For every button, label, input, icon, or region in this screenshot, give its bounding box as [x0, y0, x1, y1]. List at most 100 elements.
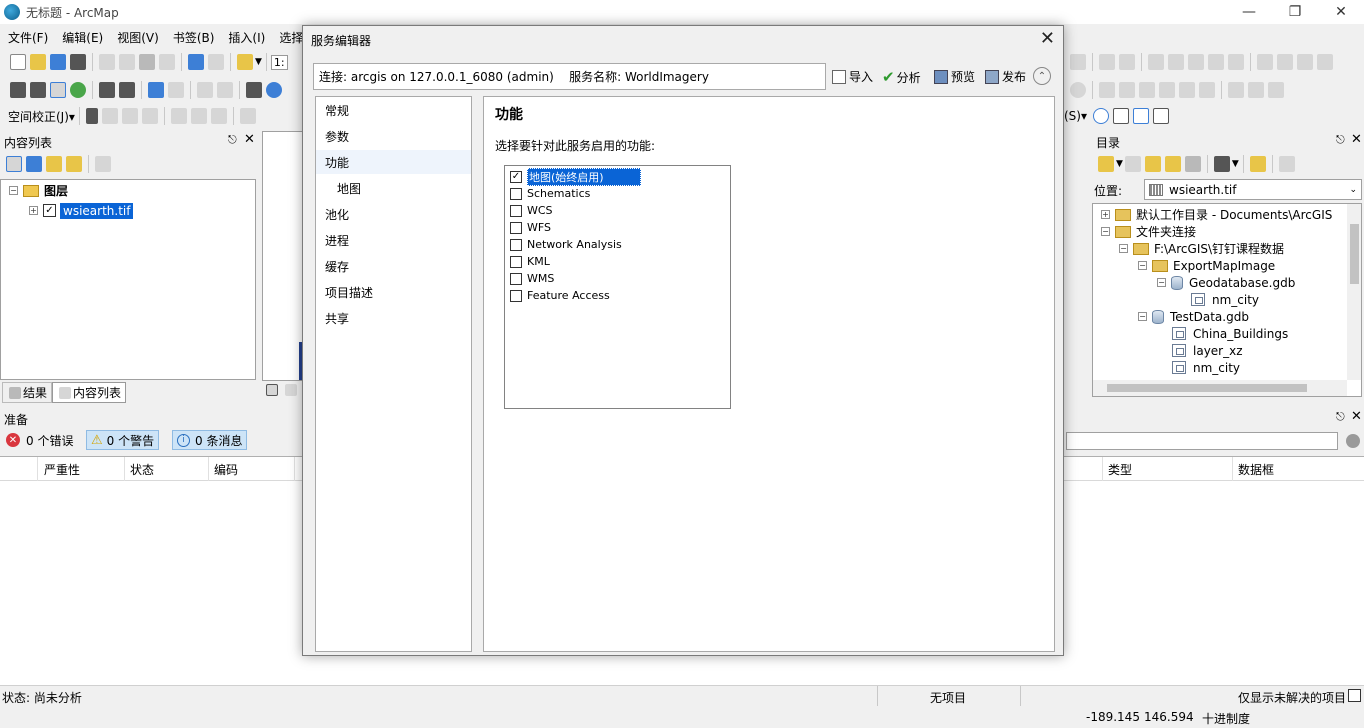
tree-item-china-buildings[interactable]: China_Buildings [1172, 325, 1288, 342]
capability-item[interactable]: WFS [510, 219, 551, 236]
tool-icon[interactable] [1257, 54, 1273, 70]
tool-icon[interactable] [141, 108, 158, 124]
forward-icon[interactable] [168, 82, 184, 98]
square-icon[interactable] [1133, 108, 1150, 124]
column-code[interactable]: 编码 [214, 461, 238, 478]
tree-item-layer-xz[interactable]: layer_xz [1172, 342, 1243, 359]
scroll-thumb[interactable] [1107, 384, 1307, 392]
delete-icon[interactable] [159, 54, 175, 70]
errors-filter[interactable]: ✕ 0 个错误 [2, 430, 77, 450]
tool-icon[interactable] [1208, 54, 1224, 70]
tool-icon[interactable] [1317, 54, 1333, 70]
list-by-selection-icon[interactable] [66, 156, 82, 172]
tree-item-geodatabase[interactable]: − Geodatabase.gdb [1157, 274, 1295, 291]
dropdown-arrow-icon[interactable]: ▼ [1116, 159, 1123, 169]
collapse-icon[interactable]: − [1138, 261, 1147, 270]
column-type[interactable]: 类型 [1108, 461, 1132, 478]
tool-icon[interactable] [1228, 54, 1244, 70]
capability-item[interactable]: Schematics [510, 185, 590, 202]
capability-checkbox[interactable]: ✓ [510, 170, 522, 183]
cut-icon[interactable] [99, 54, 115, 70]
tree-item-testdata[interactable]: − TestData.gdb [1138, 308, 1249, 325]
georeferencing-menu[interactable]: 空间校正(J)▾ [8, 108, 75, 125]
close-icon[interactable]: ✕ [1318, 0, 1364, 24]
back-icon[interactable] [1098, 156, 1114, 172]
tool-icon[interactable] [1228, 82, 1244, 98]
tree-item-nm-city-2[interactable]: nm_city [1172, 359, 1240, 376]
layers-root[interactable]: − 图层 [9, 182, 68, 199]
tool-icon[interactable] [1148, 54, 1164, 70]
grid-icon[interactable] [1113, 108, 1130, 124]
close-icon[interactable]: ✕ [1351, 132, 1362, 147]
scroll-thumb[interactable] [1350, 224, 1359, 284]
tool-icon[interactable] [1248, 82, 1264, 98]
print-icon[interactable] [70, 54, 86, 70]
options-icon[interactable] [95, 156, 111, 172]
open-icon[interactable] [30, 54, 46, 70]
tree-item-home-folder[interactable]: + 默认工作目录 - Documents\ArcGIS [1101, 206, 1332, 223]
tree-item-course-folder[interactable]: − F:\ArcGIS\钉钉课程数据 [1119, 240, 1284, 257]
undo-icon[interactable] [188, 54, 204, 70]
snapping-menu[interactable]: (S)▾ [1064, 109, 1087, 123]
capability-checkbox[interactable] [510, 204, 522, 217]
tree-item-exportmapimage[interactable]: − ExportMapImage [1138, 257, 1275, 274]
pin-icon[interactable]: ⎋ [1336, 410, 1345, 424]
tool-icon[interactable] [101, 108, 118, 124]
nav-item-description[interactable]: 项目描述 [316, 280, 471, 304]
connect-folder-icon[interactable] [1184, 156, 1201, 172]
dropdown-arrow-icon[interactable]: ▼ [1232, 159, 1239, 169]
tool-icon[interactable] [1070, 54, 1086, 70]
import-button[interactable]: 导入 [832, 68, 873, 85]
menu-bookmarks[interactable]: 书签(B) [167, 29, 221, 46]
unresolved-only-checkbox[interactable] [1348, 689, 1361, 702]
nav-mapping[interactable]: 地图 [316, 176, 471, 200]
list-by-source-icon[interactable] [26, 156, 42, 172]
preview-button[interactable]: 预览 [934, 68, 975, 85]
list-by-drawing-order-icon[interactable] [6, 156, 22, 172]
filter-input[interactable] [1066, 432, 1338, 450]
capability-item[interactable]: Feature Access [510, 287, 610, 304]
tab-results[interactable]: 结果 [2, 382, 53, 403]
tool-icon[interactable] [1119, 82, 1135, 98]
close-icon[interactable]: ✕ [1040, 28, 1055, 49]
tool-icon[interactable] [1119, 54, 1135, 70]
tool-icon[interactable] [1168, 54, 1184, 70]
back-icon[interactable] [148, 82, 164, 98]
column-status[interactable]: 状态 [130, 461, 154, 478]
forward-icon[interactable] [1124, 156, 1141, 172]
new-document-icon[interactable] [10, 54, 26, 70]
collapse-icon[interactable]: − [1157, 278, 1166, 287]
list-by-visibility-icon[interactable] [46, 156, 62, 172]
column-severity[interactable]: 严重性 [44, 461, 80, 478]
nav-sharing[interactable]: 共享 [316, 306, 471, 330]
tool-icon[interactable] [1179, 82, 1195, 98]
up-icon[interactable] [1144, 156, 1161, 172]
collapse-icon[interactable]: − [1101, 227, 1110, 236]
publish-button[interactable]: 发布 [985, 68, 1026, 85]
analyze-button[interactable]: ✔ 分析 [882, 68, 921, 86]
tool-icon[interactable] [1099, 54, 1115, 70]
copy-icon[interactable] [119, 54, 135, 70]
nav-processes[interactable]: 进程 [316, 228, 471, 252]
options-icon[interactable] [1278, 156, 1295, 172]
capability-checkbox[interactable] [510, 187, 522, 200]
capability-item[interactable]: WMS [510, 270, 554, 287]
tool-icon[interactable] [210, 108, 227, 124]
full-extent-icon[interactable] [70, 82, 86, 98]
layer-name[interactable]: wsiearth.tif [60, 202, 134, 219]
expand-icon[interactable]: + [1101, 210, 1110, 219]
tool-icon[interactable] [190, 108, 207, 124]
maximize-icon[interactable]: ❐ [1272, 0, 1318, 24]
tool-icon[interactable] [1099, 82, 1115, 98]
redo-icon[interactable] [208, 54, 224, 70]
menu-view[interactable]: 视图(V) [111, 29, 165, 46]
paste-icon[interactable] [139, 54, 155, 70]
close-icon[interactable]: ✕ [1351, 409, 1362, 424]
warnings-filter[interactable]: ⚠ 0 个警告 [86, 430, 160, 450]
tab-toc[interactable]: 内容列表 [52, 382, 127, 403]
vertical-scrollbar[interactable] [1347, 204, 1361, 380]
layer-visibility-checkbox[interactable]: ✓ [43, 204, 56, 217]
capability-item[interactable]: KML [510, 253, 550, 270]
tool-icon[interactable] [1268, 82, 1284, 98]
edit-tool-icon[interactable] [85, 108, 98, 124]
